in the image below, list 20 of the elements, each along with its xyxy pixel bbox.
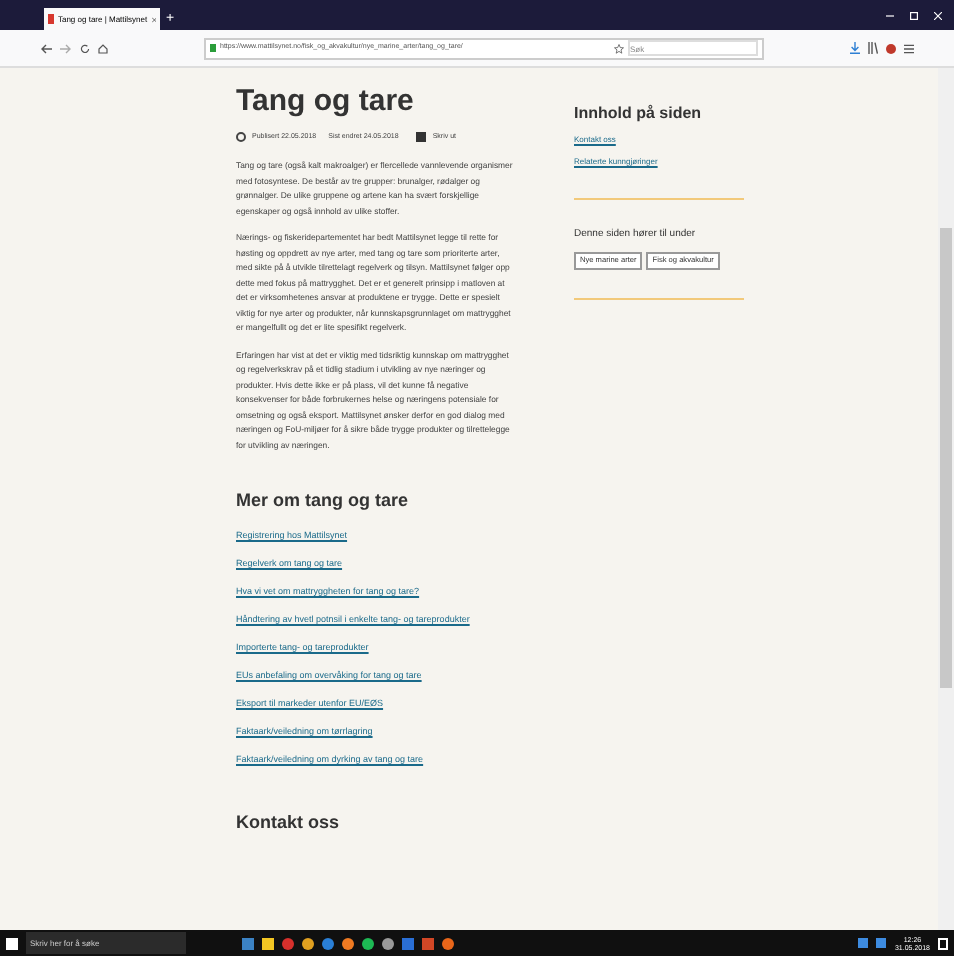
notification-icon[interactable] [938, 937, 948, 949]
minimize-icon[interactable] [886, 11, 894, 19]
home-icon[interactable] [98, 43, 108, 53]
extension-icon[interactable] [886, 43, 896, 53]
site-favicon-icon [48, 14, 54, 24]
sidebar-heading: Innhold på siden [574, 104, 704, 124]
menu-icon[interactable] [904, 43, 914, 53]
close-icon[interactable] [151, 15, 156, 23]
section-heading: Mer om tang og tare [236, 488, 411, 512]
close-window-icon[interactable] [934, 11, 942, 19]
clock-icon [236, 132, 246, 142]
library-icon[interactable] [868, 42, 878, 54]
download-icon[interactable] [850, 42, 860, 54]
section-heading: Kontakt oss [236, 810, 342, 834]
bookmark-star-icon[interactable] [614, 43, 624, 53]
scrollbar[interactable] [938, 68, 954, 930]
reload-icon[interactable] [80, 43, 90, 53]
maximize-icon[interactable] [910, 11, 918, 19]
page-title: Tang og tare [236, 84, 416, 120]
back-icon[interactable] [40, 43, 52, 53]
